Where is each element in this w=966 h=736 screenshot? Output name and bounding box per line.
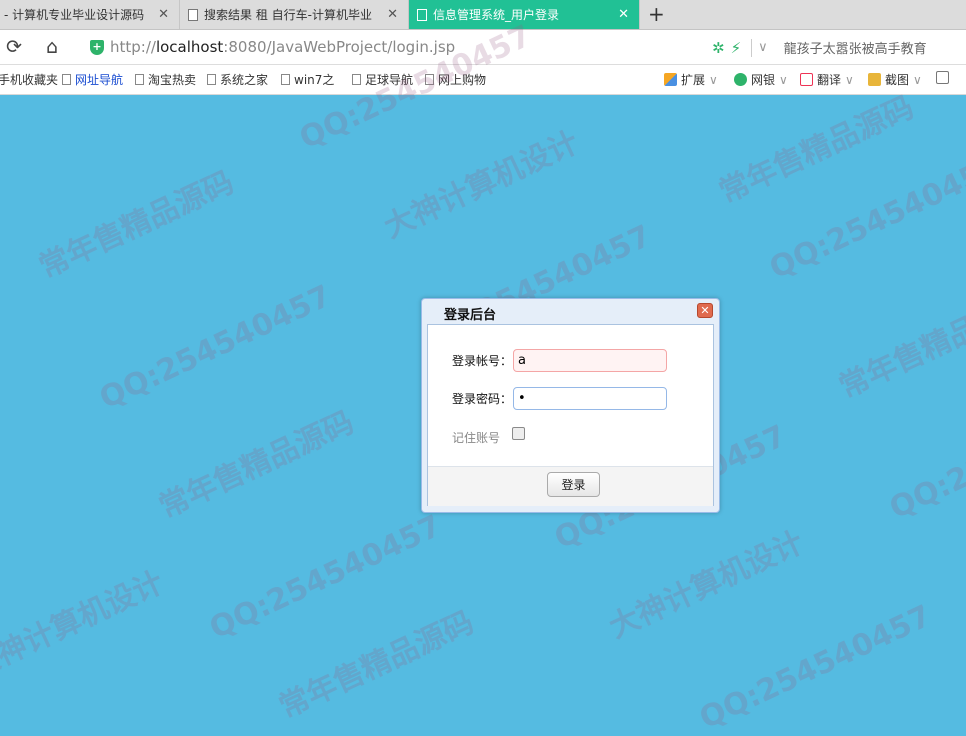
- speed-icon[interactable]: ✲: [712, 39, 725, 57]
- tool-label: 扩展: [681, 73, 706, 87]
- bookmarks-bar: 手机收藏夹 网址导航 淘宝热卖 系统之家 win7之 足球导航 网上购物 扩展 ∨…: [0, 65, 966, 95]
- tool-label: 网银: [751, 73, 776, 87]
- watermark-qq: QQ:254540457: [94, 278, 337, 417]
- chevron-down-icon: ∨: [845, 72, 854, 87]
- screenshot-tool[interactable]: 截图 ∨: [868, 71, 922, 88]
- bookmark-item[interactable]: 手机收藏夹: [0, 71, 58, 88]
- close-icon[interactable]: ✕: [618, 7, 629, 22]
- account-label: 登录帐号：: [452, 354, 513, 368]
- url-scheme: http://: [110, 38, 156, 56]
- watermark-slogan: 常年售精品源码: [833, 284, 966, 406]
- remember-checkbox[interactable]: [512, 427, 525, 440]
- password-label: 登录密码：: [452, 392, 513, 406]
- bookmark-item[interactable]: 网址导航: [62, 71, 123, 88]
- game-tool[interactable]: [936, 71, 953, 84]
- watermark-slogan: 常年售精品源码: [153, 404, 360, 526]
- translate-tool[interactable]: 翻译 ∨: [800, 71, 854, 88]
- bookmark-item[interactable]: 淘宝热卖: [135, 71, 196, 88]
- bookmark-label: 淘宝热卖: [148, 73, 197, 87]
- bank-tool[interactable]: 网银 ∨: [734, 71, 788, 88]
- bookmark-label: 网址导航: [75, 73, 124, 87]
- scissors-icon: [868, 73, 881, 86]
- refresh-icon[interactable]: ⟳: [6, 37, 22, 57]
- tab-2-title: 搜索结果 租 自行车-计算机毕业: [204, 8, 372, 22]
- page-icon: [135, 74, 144, 85]
- close-icon[interactable]: ✕: [158, 7, 169, 22]
- bookmark-item[interactable]: win7之: [281, 71, 334, 88]
- chevron-down-icon: ∨: [709, 72, 718, 87]
- page-icon: [188, 8, 198, 21]
- translate-icon: [800, 73, 813, 86]
- bookmark-item[interactable]: 系统之家: [207, 71, 268, 88]
- bookmark-label: win7之: [294, 73, 335, 87]
- dialog-title: 登录后台: [444, 308, 497, 323]
- tool-label: 截图: [885, 73, 910, 87]
- watermark-slogan: 常年售精品源码: [713, 89, 920, 211]
- chevron-down-icon: ∨: [779, 72, 788, 87]
- bookmark-item[interactable]: 网上购物: [425, 71, 486, 88]
- address-bar: ⟳ ⌂ + http://localhost:8080/JavaWebProje…: [0, 30, 966, 65]
- page-icon: [62, 74, 71, 85]
- remember-label: 记住账号: [452, 431, 501, 445]
- tab-3-title: 信息管理系统_用户登录: [433, 8, 560, 22]
- lightning-icon[interactable]: ⚡: [731, 39, 742, 57]
- chevron-down-icon: ∨: [913, 72, 922, 87]
- grid-icon: [664, 73, 677, 86]
- watermark-brand: 大神计算机设计: [378, 124, 585, 246]
- page-icon: [352, 74, 361, 85]
- tab-1[interactable]: - 计算机专业毕业设计源码 ✕: [0, 0, 180, 29]
- tool-label: 翻译: [817, 73, 842, 87]
- page-icon: [417, 8, 427, 21]
- page-icon: [425, 74, 434, 85]
- address-tools: ✲ ⚡ ∨ 龍孩子太嚣张被高手教育: [712, 38, 927, 57]
- close-icon[interactable]: ✕: [387, 7, 398, 22]
- tab-3-active[interactable]: 信息管理系统_用户登录 ✕: [409, 0, 640, 29]
- watermark-qq: QQ:254540457: [694, 598, 937, 736]
- watermark-brand: 大神计算机设计: [603, 524, 810, 646]
- bookmark-label: 系统之家: [220, 73, 269, 87]
- login-dialog: 登录后台 ✕ 登录帐号： 登录密码： 记住账号 登录: [421, 298, 720, 513]
- account-input[interactable]: [513, 349, 667, 372]
- watermark-qq: QQ:254540457: [764, 148, 966, 287]
- dialog-footer: 登录: [428, 466, 713, 506]
- watermark-slogan: 常年售精品源码: [33, 164, 240, 286]
- bookmark-label: 网上购物: [438, 73, 487, 87]
- tab-2[interactable]: 搜索结果 租 自行车-计算机毕业 ✕: [180, 0, 409, 29]
- page-icon: [281, 74, 290, 85]
- dialog-body: 登录帐号： 登录密码： 记住账号 登录: [427, 324, 714, 506]
- watermark-qq: QQ:254540457: [204, 508, 447, 647]
- shield-icon: [734, 73, 747, 86]
- search-hint[interactable]: 龍孩子太嚣张被高手教育: [784, 38, 927, 57]
- watermark-qq: QQ:254540457: [884, 388, 966, 527]
- tab-bar: - 计算机专业毕业设计源码 ✕ 搜索结果 租 自行车-计算机毕业 ✕ 信息管理系…: [0, 0, 966, 30]
- home-icon[interactable]: ⌂: [46, 37, 58, 57]
- chevron-down-icon[interactable]: ∨: [758, 40, 768, 55]
- divider: [751, 38, 753, 57]
- password-input[interactable]: [513, 387, 667, 410]
- bookmark-item[interactable]: 足球导航: [352, 71, 413, 88]
- url-host: localhost: [155, 38, 224, 56]
- page-icon: [207, 74, 216, 85]
- extensions-tool[interactable]: 扩展 ∨: [664, 71, 718, 88]
- close-icon[interactable]: ✕: [697, 303, 713, 318]
- bookmark-label: 足球导航: [365, 73, 414, 87]
- game-icon: [936, 71, 949, 84]
- bookmark-label: 手机收藏夹: [0, 73, 59, 87]
- url-field[interactable]: + http://localhost:8080/JavaWebProject/l…: [84, 34, 756, 60]
- watermark-slogan: 常年售精品源码: [273, 604, 480, 726]
- shield-icon: +: [90, 39, 104, 55]
- tab-1-title: - 计算机专业毕业设计源码: [4, 8, 145, 22]
- new-tab-button[interactable]: +: [648, 3, 665, 25]
- url-path: :8080/JavaWebProject/login.jsp: [223, 38, 456, 56]
- watermark-brand: 大神计算机设计: [0, 564, 170, 686]
- login-button[interactable]: 登录: [547, 472, 600, 497]
